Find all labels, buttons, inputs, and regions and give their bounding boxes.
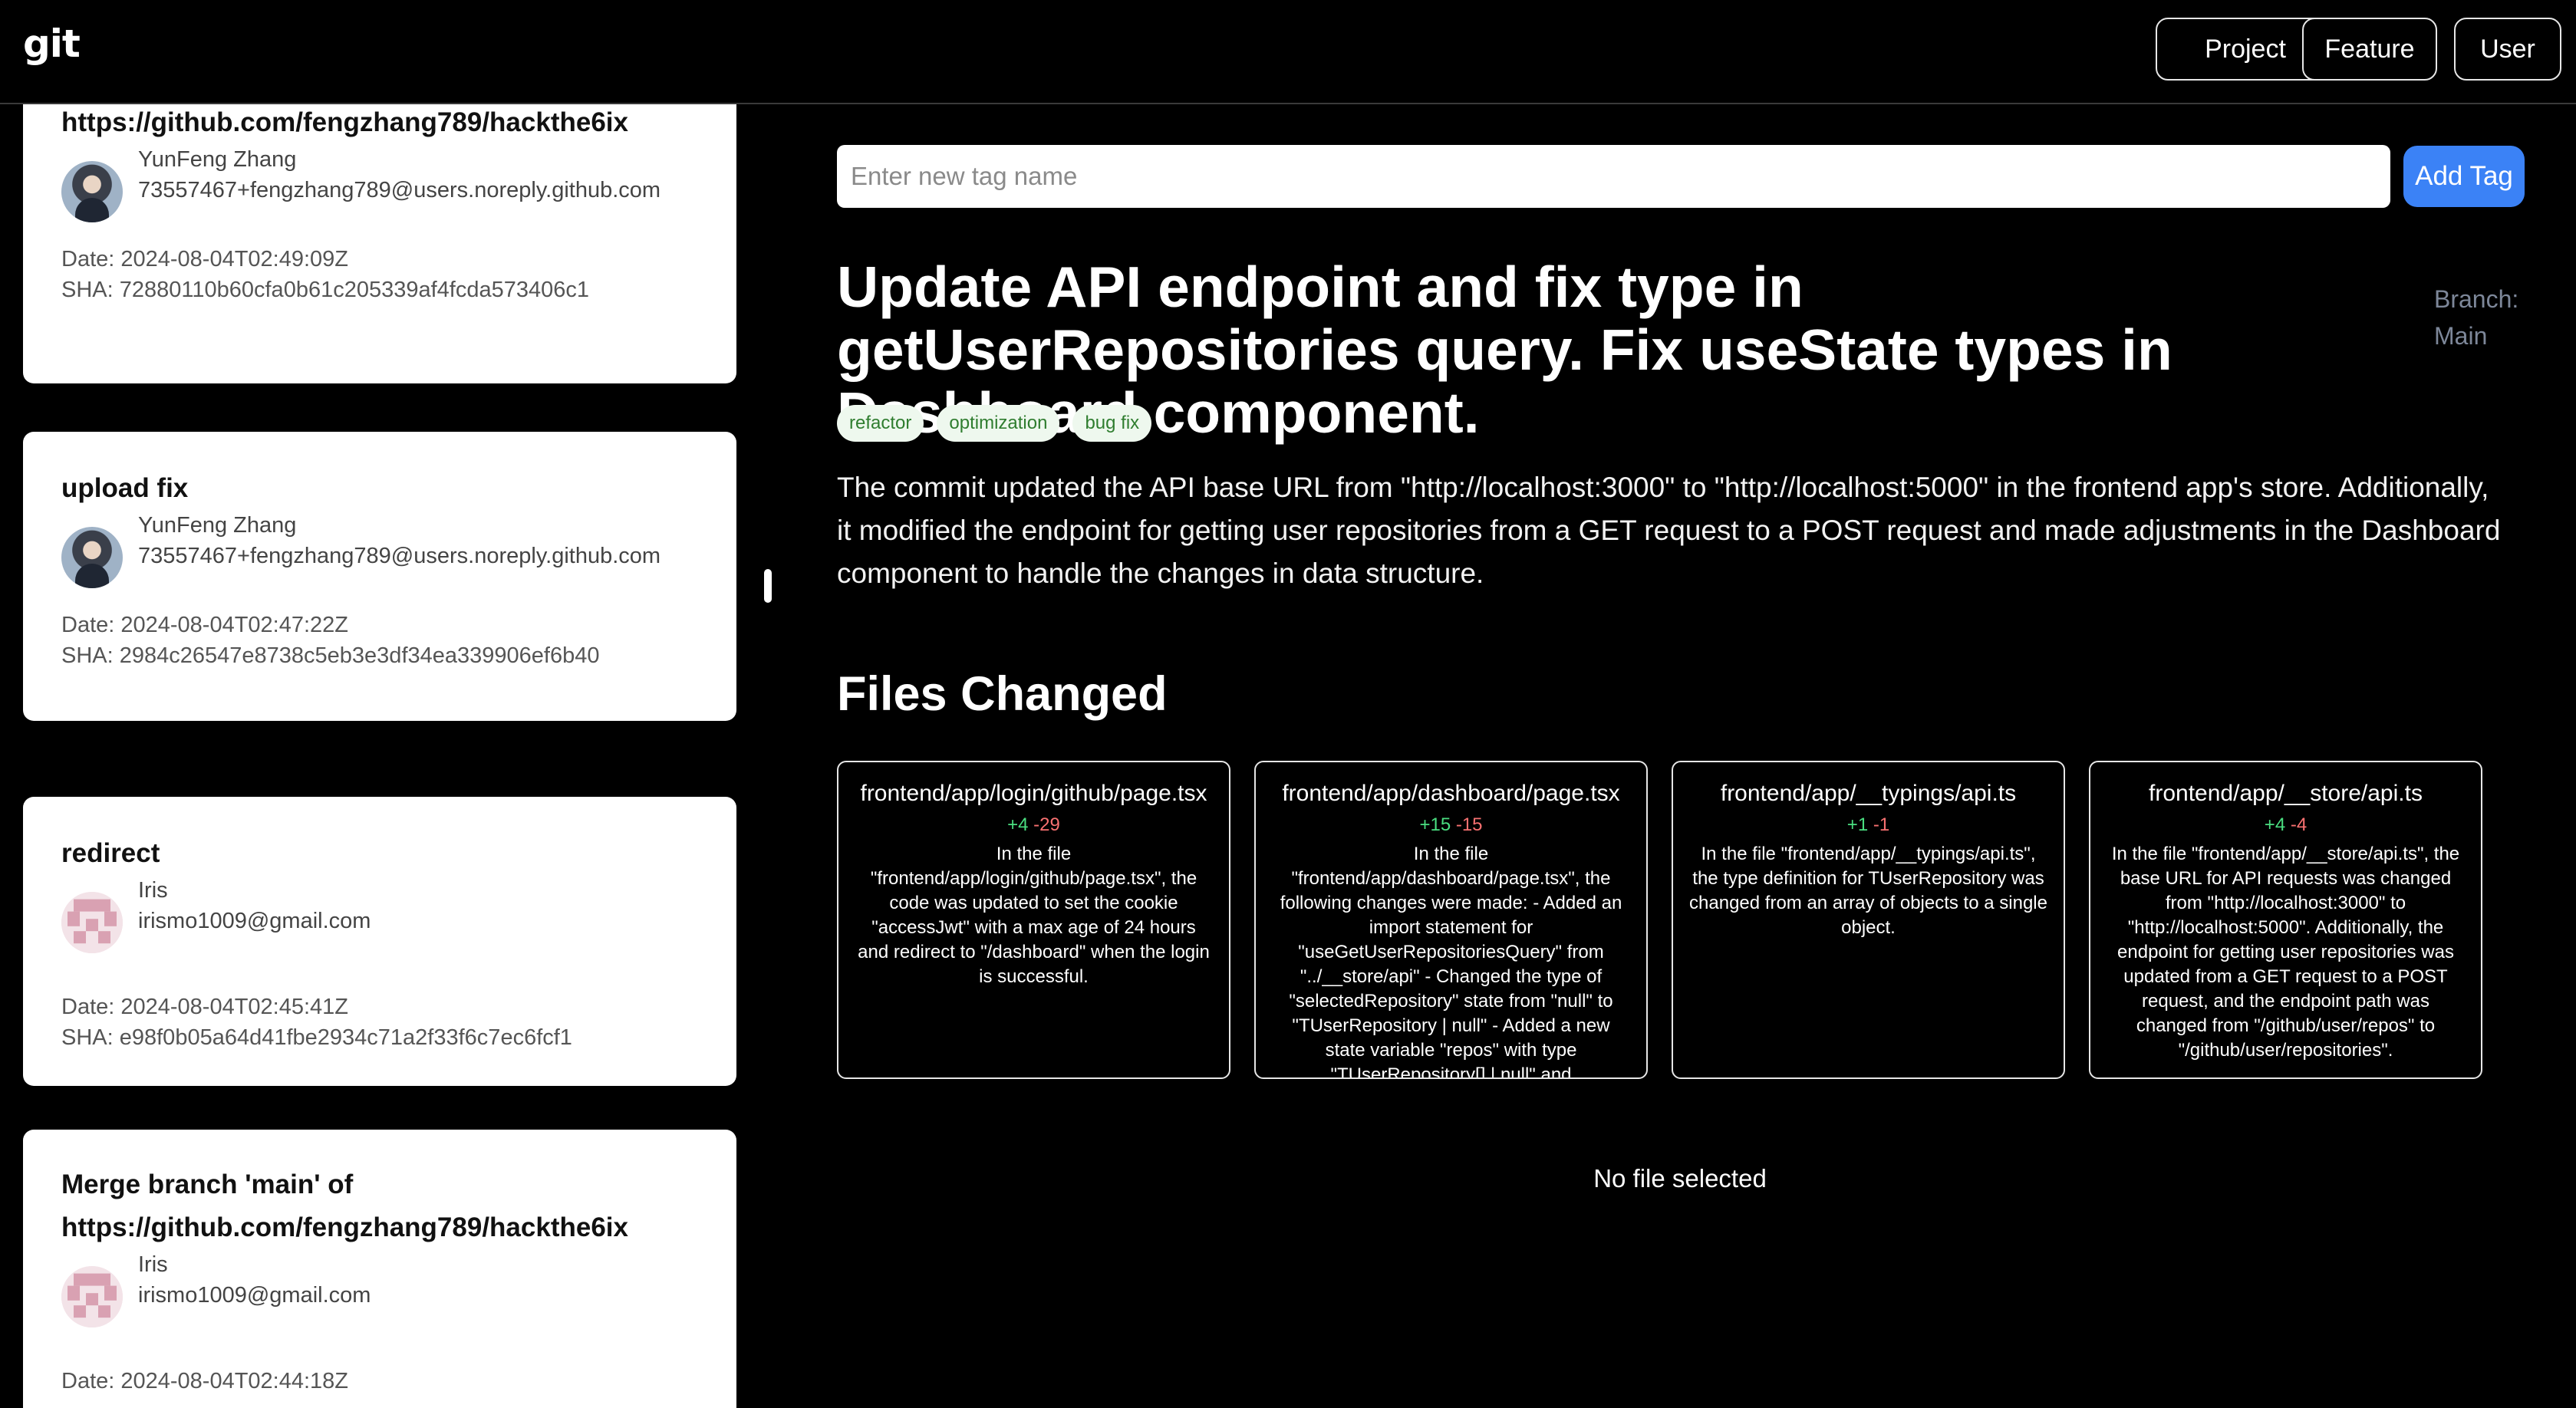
- commit-card[interactable]: upload fix YunFeng Zhang 73557467+fengzh…: [23, 432, 736, 721]
- commit-author: YunFeng Zhang 73557467+fengzhang789@user…: [61, 144, 698, 222]
- author-name: YunFeng Zhang: [138, 147, 297, 172]
- commit-date: Date: 2024-08-04T02:45:41Z: [61, 995, 349, 1019]
- files-changed-heading: Files Changed: [837, 667, 1168, 721]
- file-card[interactable]: frontend/app/dashboard/page.tsx +15 -15 …: [1254, 761, 1648, 1079]
- deletions-count: -15: [1455, 814, 1483, 835]
- commit-date: Date: 2024-08-04T02:47:22Z: [61, 613, 349, 637]
- panel-resize-handle[interactable]: [764, 569, 772, 603]
- commit-sha: SHA: 72880110b60cfa0b61c205339af4fcda573…: [61, 278, 589, 302]
- app-logo[interactable]: git: [23, 21, 81, 66]
- file-card[interactable]: frontend/app/__typings/api.ts +1 -1 In t…: [1672, 761, 2065, 1079]
- nav-user-button[interactable]: User: [2454, 18, 2561, 81]
- commit-message: redirect: [61, 838, 160, 868]
- additions-count: +4: [1007, 814, 1029, 835]
- commit-author: Iris irismo1009@gmail.com: [61, 875, 698, 953]
- commit-message: Merge branch 'main' of https://github.co…: [61, 1169, 628, 1242]
- author-email: irismo1009@gmail.com: [138, 909, 371, 933]
- file-card[interactable]: frontend/app/login/github/page.tsx +4 -2…: [837, 761, 1230, 1079]
- nav-feature-button[interactable]: Feature: [2302, 18, 2437, 81]
- additions-count: +4: [2264, 814, 2286, 835]
- file-description: In the file "frontend/app/__typings/api.…: [1689, 844, 2047, 938]
- commit-sha: SHA: 2984c26547e8738c5eb3e3df34ea339906e…: [61, 643, 600, 668]
- file-name: frontend/app/dashboard/page.tsx: [1282, 781, 1620, 806]
- commit-card[interactable]: Merge branch 'main' of https://github.co…: [23, 1130, 736, 1408]
- author-email: irismo1009@gmail.com: [138, 1283, 371, 1308]
- commit-sha: SHA: e98f0b05a64d41fbe2934c71a2f33f6c7ec…: [61, 1025, 572, 1050]
- additions-count: +15: [1419, 814, 1451, 835]
- author-email: 73557467+fengzhang789@users.noreply.gith…: [138, 178, 661, 202]
- file-description: In the file "frontend/app/__store/api.ts…: [2111, 844, 2460, 1061]
- user-avatar-icon: [61, 527, 123, 588]
- new-tag-input[interactable]: [837, 145, 2390, 208]
- add-tag-button[interactable]: Add Tag: [2403, 146, 2525, 207]
- identicon-avatar-icon: [61, 1266, 123, 1327]
- commit-message: https://github.com/fengzhang789/hackthe6…: [61, 107, 628, 137]
- deletions-count: -4: [2290, 814, 2308, 835]
- author-name: Iris: [138, 878, 168, 903]
- tag-badge[interactable]: refactor: [837, 405, 924, 442]
- commit-message: upload fix: [61, 473, 189, 503]
- file-diff-stats: +15 -15: [1271, 810, 1631, 841]
- commit-date: Date: 2024-08-04T02:44:18Z: [61, 1369, 349, 1393]
- author-name: Iris: [138, 1252, 168, 1277]
- author-email: 73557467+fengzhang789@users.noreply.gith…: [138, 544, 661, 568]
- commit-list[interactable]: https://github.com/fengzhang789/hackthe6…: [0, 104, 759, 1408]
- tag-badge[interactable]: optimization: [937, 405, 1060, 442]
- commit-author: Iris irismo1009@gmail.com: [61, 1249, 698, 1327]
- deletions-count: -29: [1033, 814, 1060, 835]
- file-description: In the file "frontend/app/dashboard/page…: [1280, 844, 1622, 1079]
- commit-card[interactable]: https://github.com/fengzhang789/hackthe6…: [23, 104, 736, 383]
- commit-summary: The commit updated the API base URL from…: [837, 472, 2501, 589]
- commit-card[interactable]: redirect Iris irismo1009@gmail.com Date:: [23, 797, 736, 1086]
- file-diff-stats: +4 -29: [854, 810, 1214, 841]
- file-description: In the file "frontend/app/login/github/p…: [858, 844, 1210, 987]
- commit-date: Date: 2024-08-04T02:49:09Z: [61, 247, 349, 271]
- additions-count: +1: [1846, 814, 1869, 835]
- top-bar: git Project Feature User: [0, 0, 2576, 104]
- file-name: frontend/app/login/github/page.tsx: [860, 781, 1207, 806]
- commit-author: YunFeng Zhang 73557467+fengzhang789@user…: [61, 510, 698, 588]
- identicon-avatar-icon: [61, 892, 123, 953]
- tag-list: refactor optimization bug fix: [837, 405, 1152, 442]
- branch-label: Branch: Main: [2434, 285, 2519, 350]
- file-name: frontend/app/__typings/api.ts: [1720, 781, 2017, 806]
- file-diff-stats: +4 -4: [2106, 810, 2466, 841]
- author-name: YunFeng Zhang: [138, 513, 297, 538]
- deletions-count: -1: [1873, 814, 1890, 835]
- tag-badge[interactable]: bug fix: [1072, 405, 1152, 442]
- no-file-selected-message: No file selected: [1593, 1164, 1767, 1193]
- file-card[interactable]: frontend/app/__store/api.ts +4 -4 In the…: [2089, 761, 2482, 1079]
- file-name: frontend/app/__store/api.ts: [2149, 781, 2423, 806]
- file-diff-stats: +1 -1: [1688, 810, 2048, 841]
- user-avatar-icon: [61, 161, 123, 222]
